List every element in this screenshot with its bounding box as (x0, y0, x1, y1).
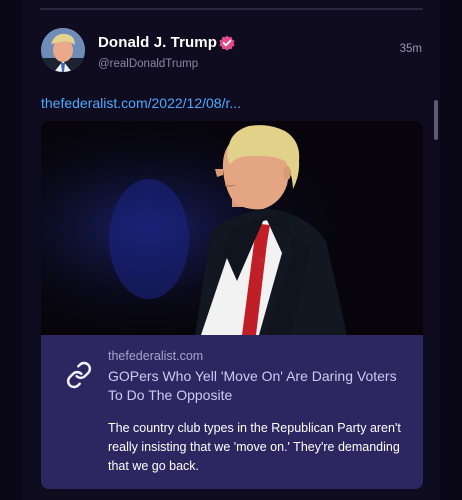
scrollbar[interactable] (434, 100, 438, 140)
author-handle[interactable]: @realDonaldTrump (98, 58, 198, 70)
verified-check-icon (219, 35, 235, 51)
link-description: The country club types in the Republican… (108, 421, 401, 473)
divider (40, 8, 423, 10)
link-icon (66, 361, 92, 389)
avatar-photo (41, 28, 85, 72)
post-timestamp: 35m (399, 43, 422, 55)
post-link[interactable]: thefederalist.com/2022/12/08/r... (41, 95, 241, 111)
link-preview-card[interactable]: thefederalist.com GOPers Who Yell 'Move … (41, 121, 423, 489)
author-name[interactable]: Donald J. Trump (98, 34, 217, 51)
link-headline[interactable]: GOPers Who Yell 'Move On' Are Daring Vot… (108, 367, 398, 405)
link-preview-meta[interactable]: thefederalist.com GOPers Who Yell 'Move … (41, 335, 423, 489)
link-preview-image[interactable] (41, 121, 423, 335)
avatar[interactable] (41, 28, 85, 72)
link-domain: thefederalist.com (108, 349, 204, 363)
